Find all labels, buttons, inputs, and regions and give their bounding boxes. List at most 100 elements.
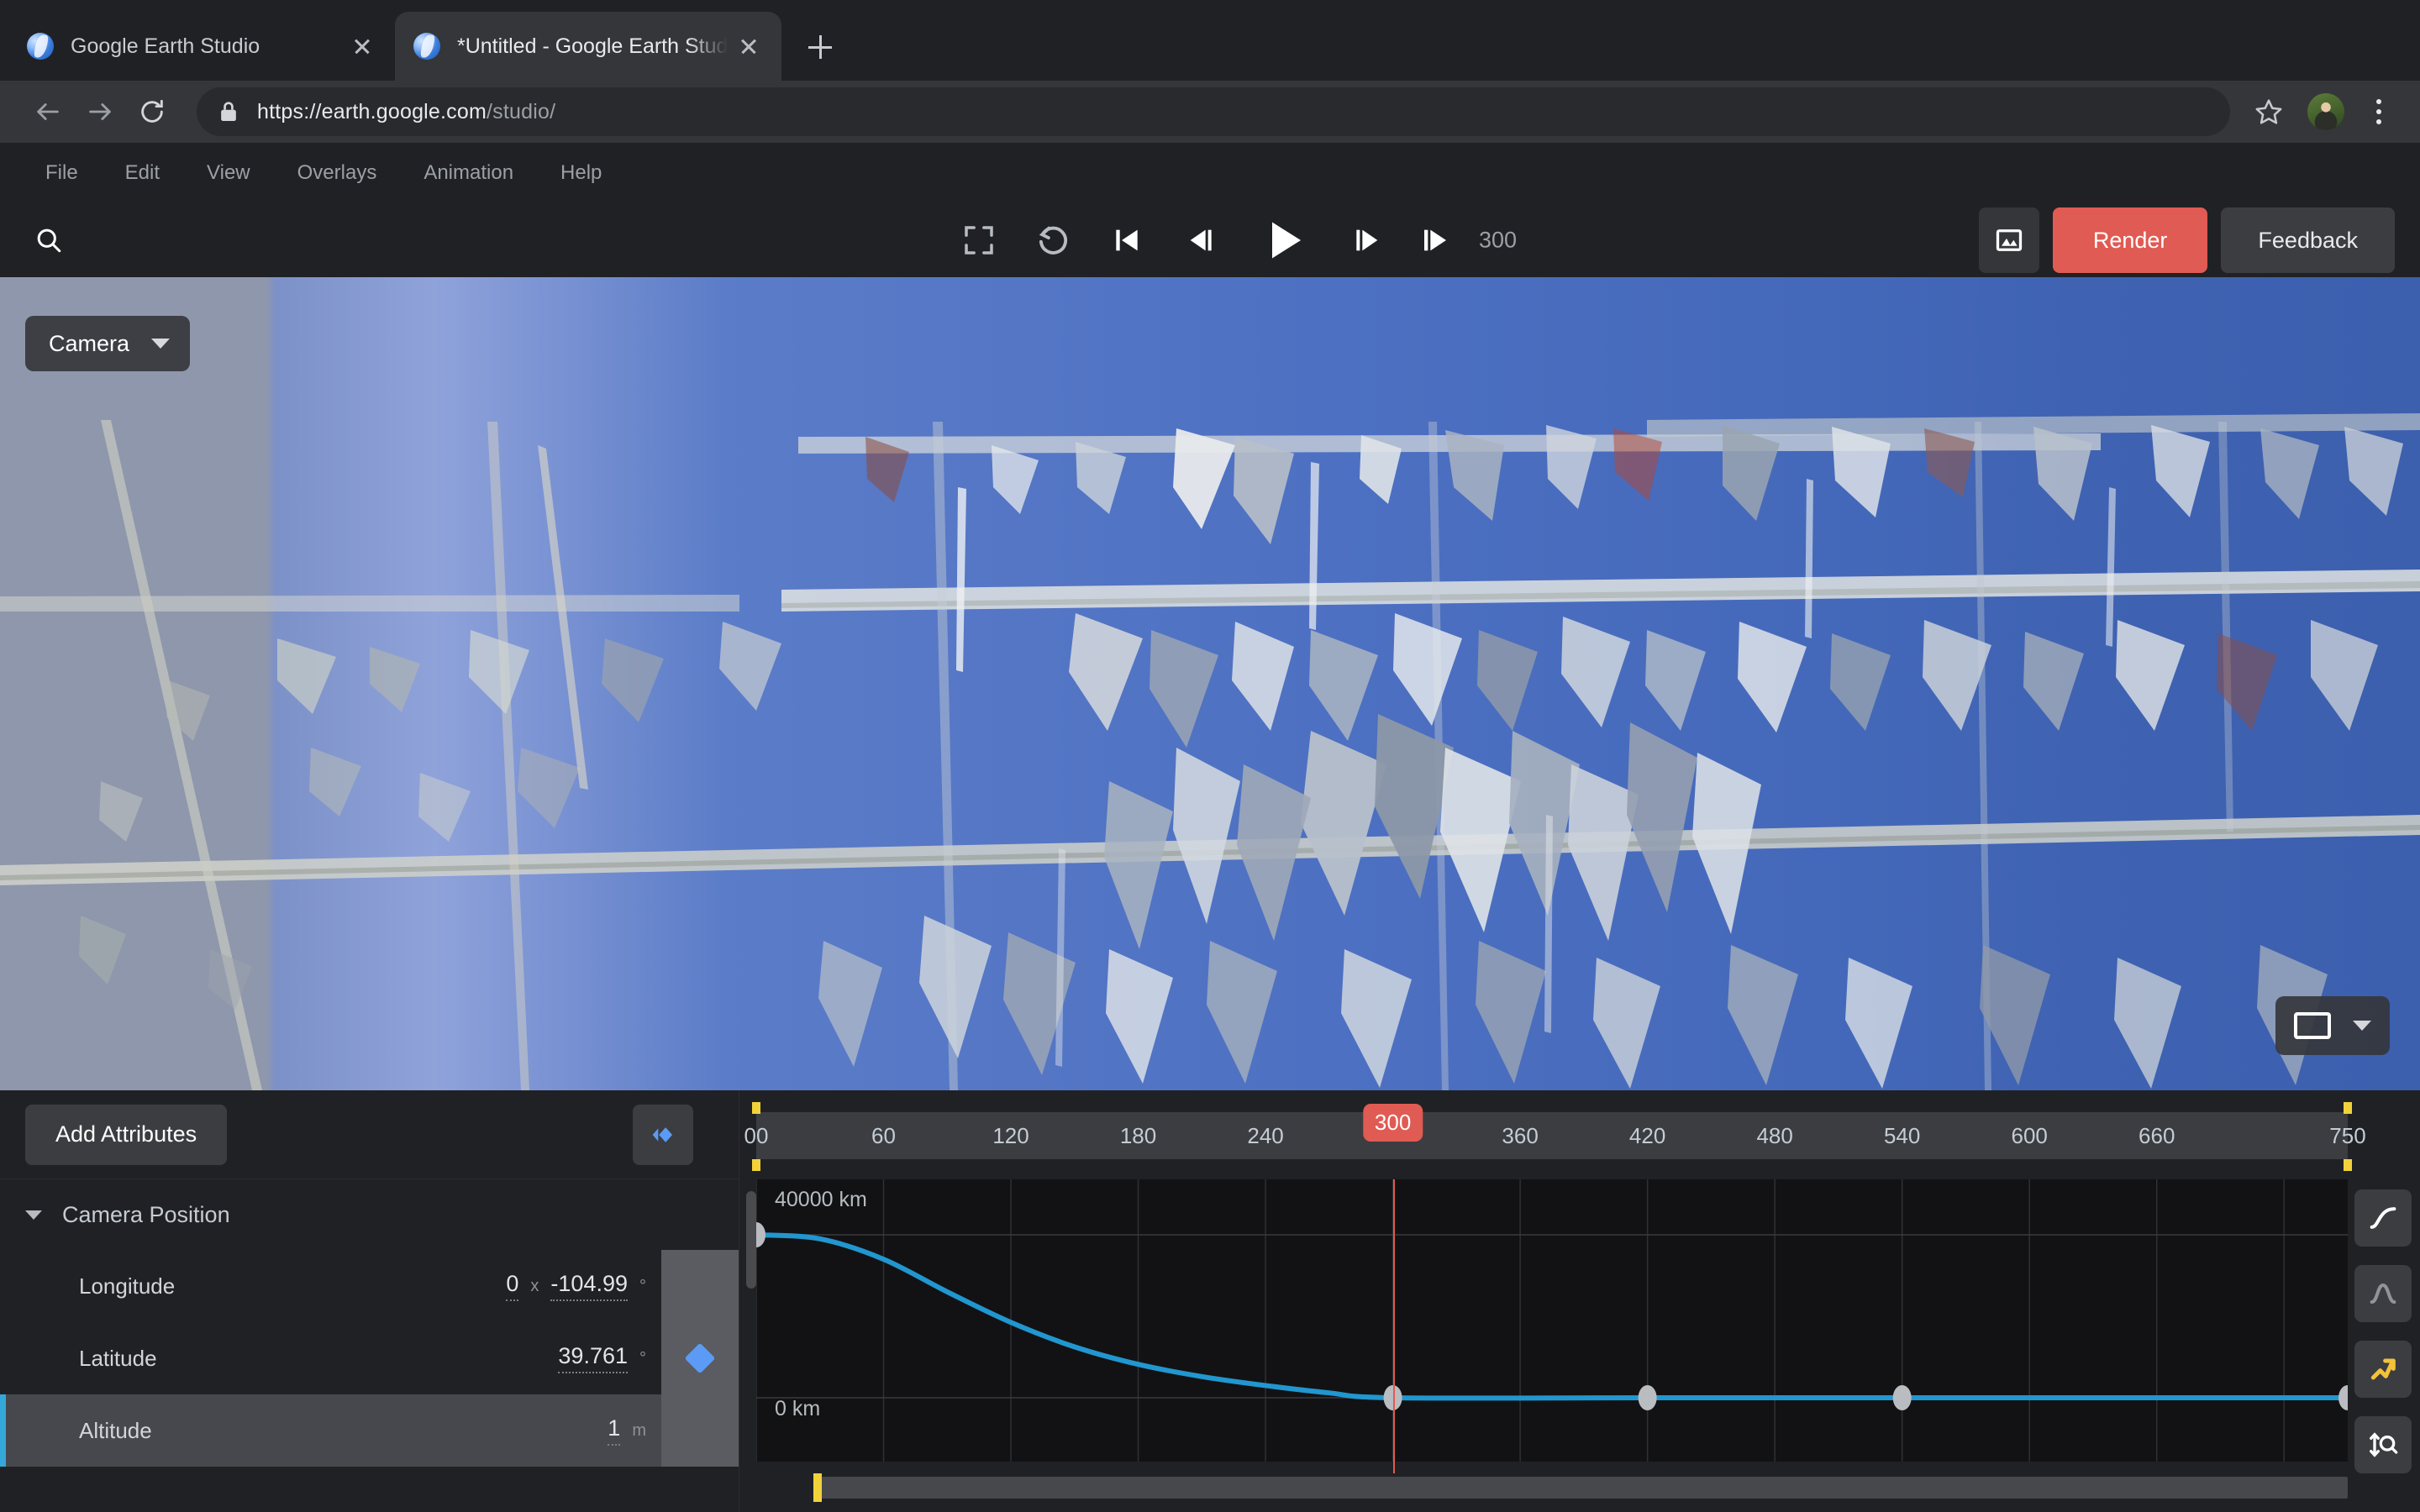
vertical-scrollbar[interactable] (746, 1191, 756, 1289)
bookmark-star-icon[interactable] (2245, 88, 2292, 135)
next-frame-button[interactable] (1330, 211, 1404, 270)
triangle-down-icon (25, 1210, 42, 1220)
range-start-handle-bottom[interactable] (752, 1159, 760, 1171)
latitude-unit: ° (639, 1349, 646, 1368)
new-tab-button[interactable] (797, 24, 844, 71)
lock-icon (218, 100, 239, 123)
longitude-input[interactable]: -104.99 (550, 1271, 628, 1301)
menu-view[interactable]: View (183, 153, 274, 193)
range-start-handle-top[interactable] (752, 1102, 760, 1114)
url-text: https://earth.google.com/studio/ (257, 100, 555, 124)
browser-tab-1[interactable]: Google Earth Studio (8, 12, 395, 81)
close-icon[interactable] (734, 32, 763, 60)
camera-selector-label: Camera (49, 331, 129, 357)
chrome-menu-icon[interactable] (2360, 88, 2398, 135)
earth-favicon (27, 33, 54, 60)
curve-tools-group (2354, 1189, 2412, 1473)
render-button[interactable]: Render (2053, 207, 2208, 273)
attributes-header: Add Attributes (0, 1090, 739, 1179)
loop-button[interactable] (1016, 211, 1090, 270)
close-icon[interactable] (348, 32, 376, 60)
linear-tangent-tool[interactable] (2354, 1341, 2412, 1398)
latitude-input[interactable]: 39.761 (558, 1343, 628, 1373)
attribute-row-latitude[interactable]: Latitude 39.761 ° (0, 1322, 739, 1394)
toolbar-right-group: Render Feedback (1979, 207, 2395, 273)
attribute-values: 0 x -104.99 ° (506, 1271, 646, 1301)
attribute-label: Latitude (25, 1346, 157, 1372)
avatar[interactable] (2307, 93, 2344, 130)
add-attributes-button[interactable]: Add Attributes (25, 1105, 227, 1165)
attribute-values: 39.761 ° (558, 1343, 646, 1373)
forward-icon[interactable] (74, 86, 126, 138)
browser-tab-2[interactable]: *Untitled - Google Earth Studio (395, 12, 781, 81)
y-axis-max-label: 40000 km (775, 1188, 867, 1212)
scrollbar-range-marker[interactable] (813, 1473, 822, 1502)
menu-overlays[interactable]: Overlays (274, 153, 401, 193)
altitude-unit: m (632, 1421, 646, 1441)
browser-omnibar: https://earth.google.com/studio/ (0, 81, 2420, 143)
ease-curve-tool[interactable] (2354, 1189, 2412, 1247)
keyframe-cell[interactable] (661, 1394, 739, 1467)
keyframe-cell[interactable] (661, 1250, 739, 1322)
attribute-label: Altitude (25, 1418, 152, 1444)
keyframe-point[interactable] (1639, 1385, 1657, 1410)
keyframe-point[interactable] (1893, 1385, 1912, 1410)
longitude-revolutions-input[interactable]: 0 (506, 1271, 518, 1301)
timeline-ruler[interactable]: 0060120180240360420480540600660750 300 (739, 1090, 2420, 1179)
fit-to-view-button[interactable] (942, 211, 1016, 270)
tab-title: *Untitled - Google Earth Studio (457, 34, 728, 59)
keyframe-point[interactable] (756, 1222, 765, 1247)
snapshot-button[interactable] (1979, 207, 2039, 273)
range-end-handle-top[interactable] (2344, 1102, 2352, 1114)
camera-selector[interactable]: Camera (25, 316, 190, 371)
curve-editor-svg (756, 1179, 2348, 1462)
address-bar[interactable]: https://earth.google.com/studio/ (197, 87, 2230, 136)
chevron-down-icon (151, 339, 170, 349)
longitude-revolutions-unit: x (530, 1277, 539, 1296)
timeline-panel: Add Attributes Camera Position Longitude… (0, 1090, 2420, 1512)
previous-frame-button[interactable] (1164, 211, 1238, 270)
tab-title: Google Earth Studio (71, 34, 341, 59)
3d-viewport[interactable]: Camera (0, 277, 2420, 1090)
play-button[interactable] (1238, 211, 1330, 270)
menu-file[interactable]: File (22, 153, 102, 193)
earth-studio-app: File Edit View Overlays Animation Help (0, 143, 2420, 1512)
attribute-values: 1 m (608, 1415, 646, 1446)
attribute-row-altitude[interactable]: Altitude 1 m (0, 1394, 739, 1467)
playhead-chip[interactable]: 300 (1363, 1104, 1423, 1142)
attribute-row-longitude[interactable]: Longitude 0 x -104.99 ° (0, 1250, 739, 1322)
aspect-ratio-selector[interactable] (2275, 996, 2390, 1055)
reload-icon[interactable] (126, 86, 178, 138)
bell-curve-tool[interactable] (2354, 1265, 2412, 1322)
menu-animation[interactable]: Animation (400, 153, 537, 193)
chevron-down-icon (2353, 1021, 2371, 1031)
attribute-group-camera-position[interactable]: Camera Position (0, 1179, 739, 1250)
keyframe-diamond-icon[interactable] (685, 1343, 716, 1374)
viewport-3d-geometry (0, 277, 2420, 1090)
playhead-line (1393, 1179, 1395, 1473)
jump-to-start-button[interactable] (1090, 211, 1164, 270)
curve-editor-graph[interactable]: 40000 km 0 km (756, 1179, 2348, 1462)
menu-help[interactable]: Help (537, 153, 625, 193)
timeline-ruler-bar[interactable] (756, 1112, 2348, 1159)
keyframe-point[interactable] (2338, 1385, 2348, 1410)
range-end-handle-bottom[interactable] (2344, 1159, 2352, 1171)
horizontal-scrollbar-track[interactable] (756, 1477, 2348, 1499)
longitude-unit: ° (639, 1277, 646, 1296)
search-icon[interactable] (25, 217, 72, 264)
altitude-input[interactable]: 1 (608, 1415, 620, 1446)
keyframe-toggle-button[interactable] (633, 1105, 693, 1165)
feedback-button[interactable]: Feedback (2221, 207, 2395, 273)
zoom-fit-vertical-tool[interactable] (2354, 1416, 2412, 1473)
attribute-label: Longitude (25, 1273, 175, 1299)
back-icon[interactable] (22, 86, 74, 138)
jump-to-end-button[interactable] (1404, 211, 1478, 270)
horizontal-scrollbar-thumb[interactable] (817, 1477, 2348, 1499)
attributes-rows: Camera Position Longitude 0 x -104.99 ° … (0, 1179, 739, 1512)
keyframe-cell[interactable] (661, 1322, 739, 1394)
menu-edit[interactable]: Edit (102, 153, 183, 193)
app-menubar: File Edit View Overlays Animation Help (0, 143, 2420, 203)
app-toolbar: 300 Render Feedback (0, 203, 2420, 277)
current-frame-readout: 300 (1479, 228, 1517, 254)
y-axis-min-label: 0 km (775, 1397, 820, 1421)
